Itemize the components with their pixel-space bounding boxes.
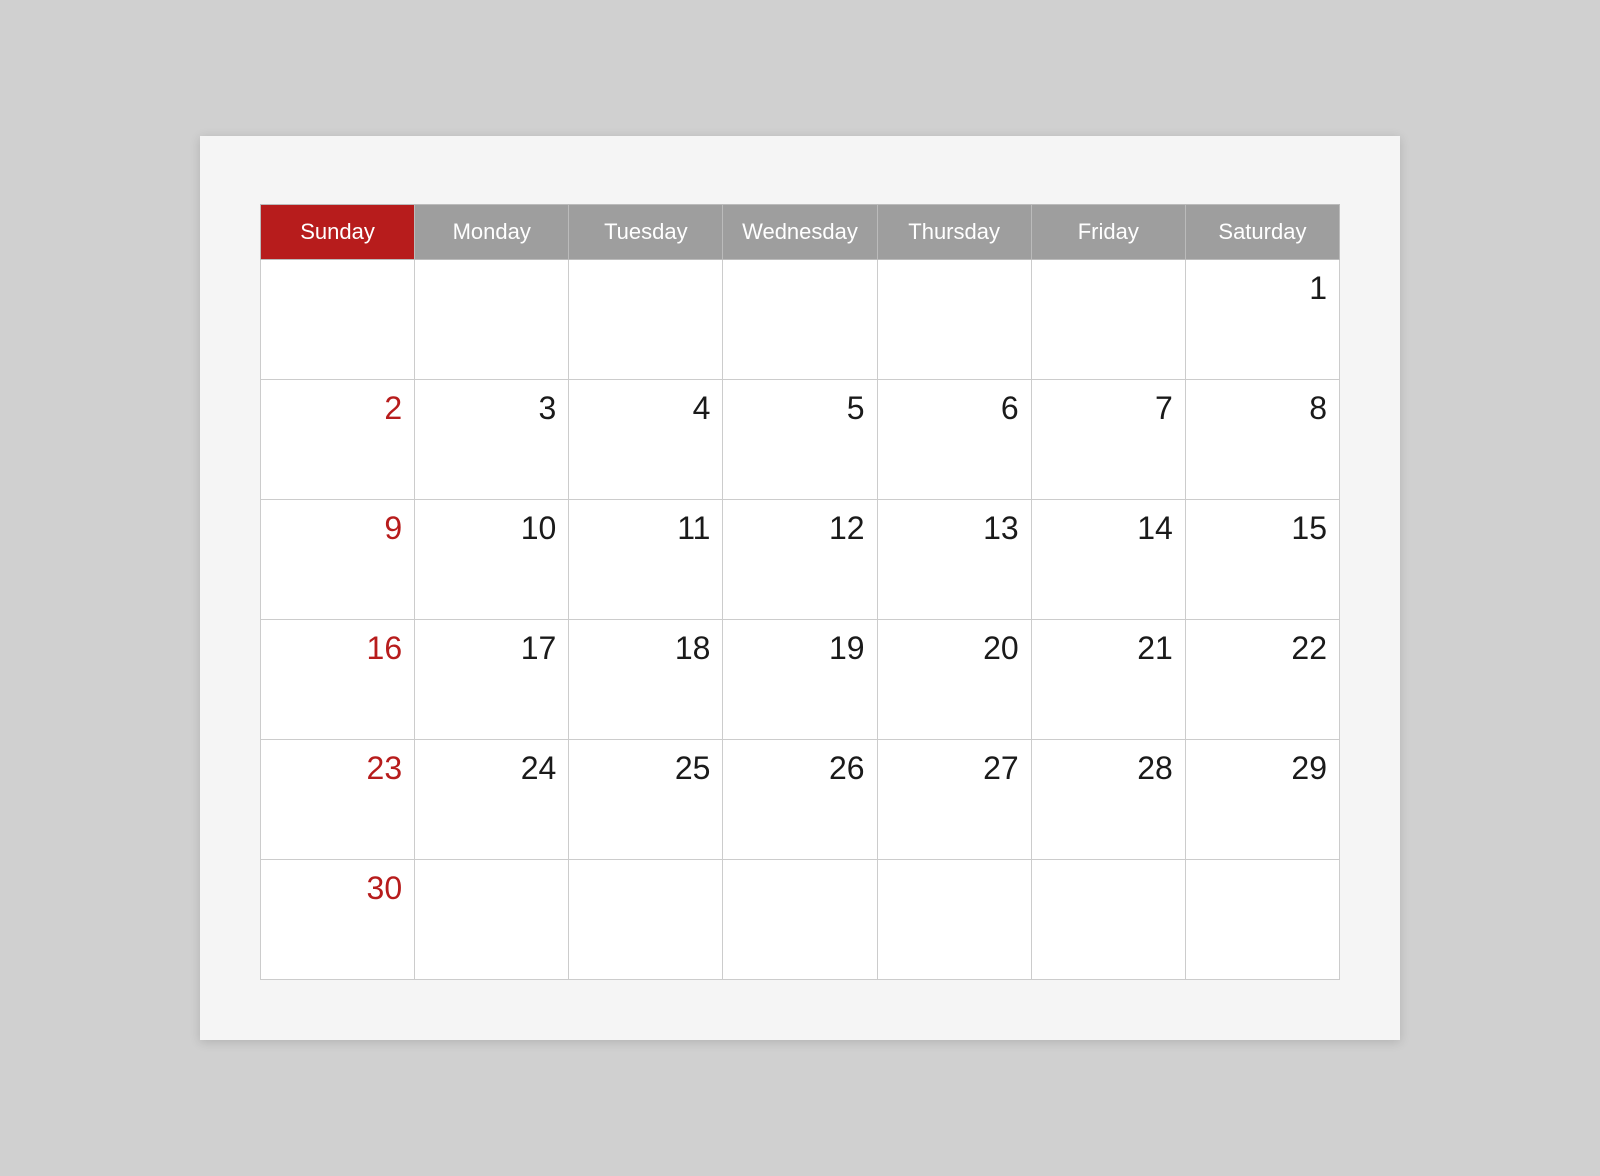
calendar-cell: 21: [1031, 620, 1185, 740]
calendar-cell: [723, 260, 877, 380]
calendar-cell: [877, 260, 1031, 380]
header-saturday: Saturday: [1185, 205, 1339, 260]
day-number: 29: [1198, 750, 1327, 787]
day-number: 9: [273, 510, 402, 547]
day-number: 15: [1198, 510, 1327, 547]
day-number: 8: [1198, 390, 1327, 427]
calendar-cell: 3: [415, 380, 569, 500]
calendar-cell: [877, 860, 1031, 980]
calendar-cell: [415, 860, 569, 980]
day-number: 5: [735, 390, 864, 427]
day-number: 25: [581, 750, 710, 787]
calendar-cell: [569, 860, 723, 980]
day-number: 14: [1044, 510, 1173, 547]
calendar-cell: 13: [877, 500, 1031, 620]
calendar-cell: 28: [1031, 740, 1185, 860]
calendar-cell: 8: [1185, 380, 1339, 500]
calendar-week-row: 16 17 18 19 20 21 22: [261, 620, 1340, 740]
day-number: 3: [427, 390, 556, 427]
calendar-body: 1234567891011121314151617181920212223242…: [261, 260, 1340, 980]
calendar-cell: 24: [415, 740, 569, 860]
calendar-cell: [261, 260, 415, 380]
calendar-week-row: 2345678: [261, 380, 1340, 500]
day-number: 6: [890, 390, 1019, 427]
calendar-cell: [1031, 260, 1185, 380]
calendar-grid: Sunday Monday Tuesday Wednesday Thursday…: [260, 204, 1340, 980]
day-number: 10: [427, 510, 556, 547]
calendar-cell: 1: [1185, 260, 1339, 380]
day-number: 13: [890, 510, 1019, 547]
calendar-cell: 14: [1031, 500, 1185, 620]
calendar-cell: 23: [261, 740, 415, 860]
day-number: 27: [890, 750, 1019, 787]
day-number: 16: [273, 630, 402, 667]
day-number: 24: [427, 750, 556, 787]
calendar-cell: [1185, 860, 1339, 980]
calendar-wrapper: Sunday Monday Tuesday Wednesday Thursday…: [260, 204, 1340, 980]
calendar-cell: [1031, 860, 1185, 980]
calendar-cell: 4: [569, 380, 723, 500]
calendar-week-row: 30: [261, 860, 1340, 980]
calendar-cell: 26: [723, 740, 877, 860]
calendar-week-row: 1: [261, 260, 1340, 380]
day-number: 20: [890, 630, 1019, 667]
header-thursday: Thursday: [877, 205, 1031, 260]
day-number: 21: [1044, 630, 1173, 667]
calendar-cell: 20: [877, 620, 1031, 740]
calendar-cell: 7: [1031, 380, 1185, 500]
day-number: 23: [273, 750, 402, 787]
calendar-cell: 18: [569, 620, 723, 740]
calendar-cell: 10: [415, 500, 569, 620]
calendar-cell: [723, 860, 877, 980]
header-sunday: Sunday: [261, 205, 415, 260]
calendar-cell: 6: [877, 380, 1031, 500]
day-number: 22: [1198, 630, 1327, 667]
calendar-cell: 5: [723, 380, 877, 500]
calendar-cell: 11: [569, 500, 723, 620]
header-monday: Monday: [415, 205, 569, 260]
day-number: 30: [273, 870, 402, 907]
header-tuesday: Tuesday: [569, 205, 723, 260]
calendar-cell: 17: [415, 620, 569, 740]
day-number: 12: [735, 510, 864, 547]
calendar-cell: 30: [261, 860, 415, 980]
day-number: 4: [581, 390, 710, 427]
day-number: 1: [1198, 270, 1327, 307]
calendar-cell: [415, 260, 569, 380]
calendar-cell: 27: [877, 740, 1031, 860]
day-number: 19: [735, 630, 864, 667]
header-wednesday: Wednesday: [723, 205, 877, 260]
calendar-week-row: 9 10 11 12 13 14 15: [261, 500, 1340, 620]
header-friday: Friday: [1031, 205, 1185, 260]
calendar-cell: 15: [1185, 500, 1339, 620]
calendar-cell: 16: [261, 620, 415, 740]
day-number: 11: [581, 510, 710, 547]
day-number: 18: [581, 630, 710, 667]
calendar-cell: 22: [1185, 620, 1339, 740]
calendar-cell: 19: [723, 620, 877, 740]
calendar-cell: 9: [261, 500, 415, 620]
calendar-cell: 25: [569, 740, 723, 860]
calendar-page: Sunday Monday Tuesday Wednesday Thursday…: [200, 136, 1400, 1040]
day-number: 2: [273, 390, 402, 427]
calendar-cell: 12: [723, 500, 877, 620]
day-number: 28: [1044, 750, 1173, 787]
calendar-cell: 29: [1185, 740, 1339, 860]
calendar-cell: [569, 260, 723, 380]
calendar-cell: 2: [261, 380, 415, 500]
day-number: 26: [735, 750, 864, 787]
day-number: 17: [427, 630, 556, 667]
days-header-row: Sunday Monday Tuesday Wednesday Thursday…: [261, 205, 1340, 260]
day-number: 7: [1044, 390, 1173, 427]
calendar-week-row: 23 24 25 26 27 28 29: [261, 740, 1340, 860]
